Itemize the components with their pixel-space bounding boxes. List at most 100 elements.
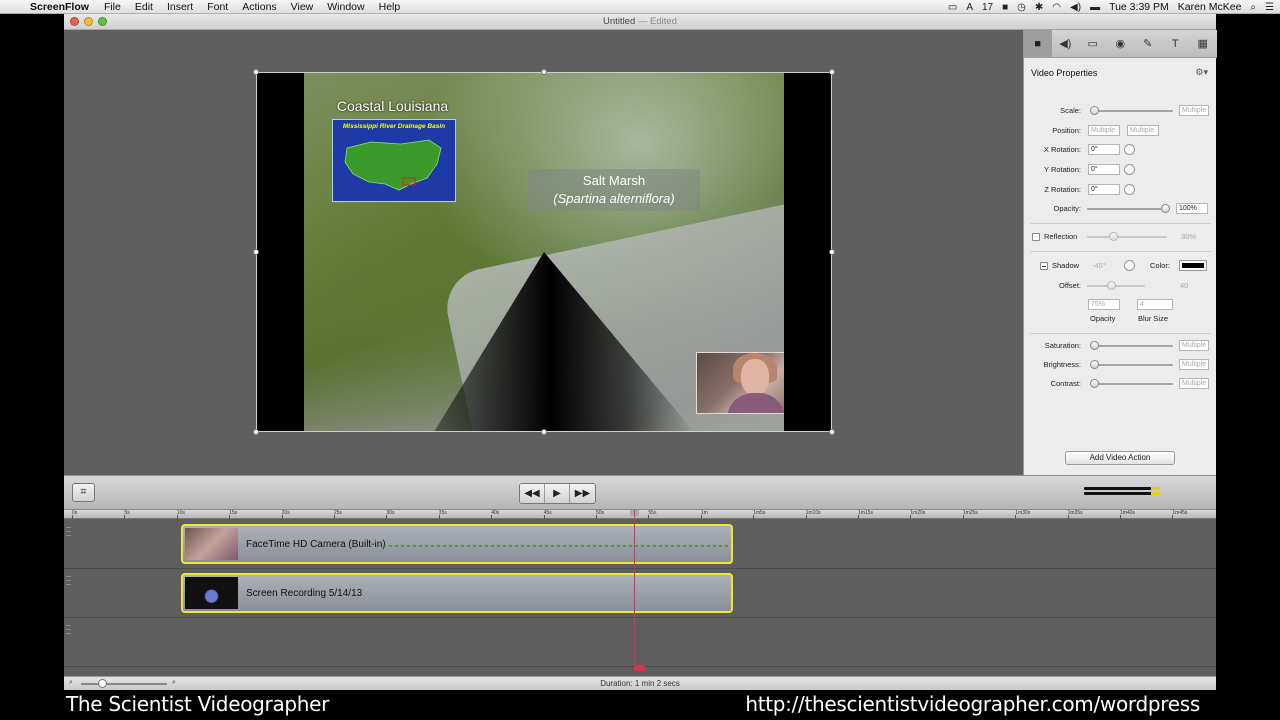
timeline[interactable]: 0s 5s 10s 15s 20s 25s 30s 35s 40s 45s 50s 55s 1m 1m5s…: [64, 510, 1216, 676]
playhead[interactable]: [634, 510, 635, 670]
menu-app-name[interactable]: ScreenFlow: [28, 0, 97, 14]
ruler-tick: 1m20s: [910, 510, 926, 519]
separator: [1030, 333, 1211, 334]
x-rotation-label: X Rotation:: [1043, 145, 1081, 154]
notification-center-icon[interactable]: ☰: [1265, 2, 1274, 13]
x-rotation-field[interactable]: 0°: [1088, 144, 1120, 155]
track-handle-icon[interactable]: [66, 573, 72, 613]
brightness-slider-knob[interactable]: [1090, 360, 1099, 369]
shadow-opacity-field[interactable]: 75%: [1088, 299, 1120, 310]
battery-icon[interactable]: ▬: [1090, 2, 1100, 13]
media-library-tab-icon[interactable]: ▦: [1189, 30, 1217, 58]
opacity-slider-knob[interactable]: [1161, 204, 1170, 213]
audio-properties-tab-icon[interactable]: ◀): [1052, 30, 1080, 58]
shadow-offset-slider[interactable]: [1087, 281, 1145, 290]
y-rotation-field[interactable]: 0°: [1088, 164, 1120, 175]
position-y-field[interactable]: Multiple: [1127, 125, 1159, 136]
playhead-marker[interactable]: [635, 665, 645, 671]
time-machine-icon[interactable]: ◷: [1017, 2, 1026, 13]
video-frame[interactable]: Coastal Louisiana Mississippi River Drai…: [256, 72, 832, 432]
menu-window[interactable]: Window: [320, 0, 371, 14]
brightness-label: Brightness:: [1043, 360, 1081, 369]
adobe-status-icon[interactable]: A: [966, 2, 973, 13]
ruler-tick: 15s: [229, 510, 238, 519]
menu-actions[interactable]: Actions: [235, 0, 283, 14]
crop-tool-button[interactable]: ⌗: [72, 483, 95, 502]
menubar-clock[interactable]: Tue 3:39 PM: [1109, 1, 1169, 13]
z-rotation-field[interactable]: 0°: [1088, 184, 1120, 195]
shadow-offset-slider-knob[interactable]: [1107, 281, 1116, 290]
opacity-slider[interactable]: [1087, 204, 1170, 213]
opacity-field[interactable]: 100%: [1176, 203, 1208, 214]
shadow-offset-value[interactable]: 40: [1180, 281, 1188, 290]
ruler-tick: 55s: [648, 510, 657, 519]
menu-view[interactable]: View: [284, 0, 321, 14]
shadow-angle-value[interactable]: -45°: [1092, 261, 1106, 270]
wifi-icon[interactable]: ◠: [1052, 2, 1061, 13]
menu-file[interactable]: File: [97, 0, 128, 14]
shadow-row: Shadow -45° Color:: [1024, 259, 1217, 273]
scale-field[interactable]: Multiple: [1179, 105, 1209, 116]
shadow-blur-field[interactable]: 4: [1137, 299, 1173, 310]
bluetooth-icon[interactable]: ✱: [1035, 2, 1043, 13]
inspector-panel: ■ ◀) ▭ ◉ ✎ T ▦ Video Properties ⚙▾ Scale…: [1023, 29, 1217, 475]
menu-help[interactable]: Help: [372, 0, 408, 14]
scale-label: Scale:: [1060, 106, 1081, 115]
timeline-track-empty[interactable]: [64, 618, 1216, 667]
brightness-row: Brightness: Multiple: [1024, 358, 1217, 372]
z-rotation-dial[interactable]: [1124, 184, 1135, 195]
menu-edit[interactable]: Edit: [128, 0, 160, 14]
shadow-color-well[interactable]: [1179, 260, 1207, 271]
contrast-field[interactable]: Multiple: [1179, 378, 1209, 389]
shadow-offset-row: Offset: 40: [1024, 279, 1217, 293]
brightness-field[interactable]: Multiple: [1179, 359, 1209, 370]
screen-recording-preview[interactable]: Coastal Louisiana Mississippi River Drai…: [304, 72, 784, 432]
contrast-slider-knob[interactable]: [1090, 379, 1099, 388]
brightness-slider[interactable]: [1090, 360, 1173, 369]
notification-badge[interactable]: 17: [982, 2, 993, 13]
reflection-checkbox[interactable]: [1032, 233, 1040, 241]
facetime-camera-overlay[interactable]: [696, 352, 784, 414]
saturation-slider[interactable]: [1090, 341, 1173, 350]
scale-slider-knob[interactable]: [1090, 106, 1099, 115]
menubar-user[interactable]: Karen McKee: [1178, 1, 1242, 13]
preview-canvas[interactable]: Coastal Louisiana Mississippi River Drai…: [64, 30, 1023, 475]
shadow-angle-dial[interactable]: [1124, 260, 1135, 271]
scale-slider[interactable]: [1090, 106, 1173, 115]
timeline-track[interactable]: Screen Recording 5/14/13: [64, 569, 1216, 618]
callout-tab-icon[interactable]: ◉: [1107, 30, 1135, 58]
timeline-ruler[interactable]: 0s 5s 10s 15s 20s 25s 30s 35s 40s 45s 50s 55s 1m 1m5s…: [64, 510, 1216, 519]
spotlight-icon[interactable]: ⌕: [1250, 2, 1256, 13]
menu-insert[interactable]: Insert: [160, 0, 200, 14]
play-button[interactable]: ▶: [545, 484, 570, 503]
fast-forward-button[interactable]: ▶▶: [570, 484, 595, 503]
contrast-slider[interactable]: [1090, 379, 1173, 388]
menu-font[interactable]: Font: [200, 0, 235, 14]
timeline-track[interactable]: FaceTime HD Camera (Built-in): [64, 520, 1216, 569]
gear-icon[interactable]: ⚙▾: [1195, 67, 1208, 78]
text-tab-icon[interactable]: T: [1162, 30, 1190, 58]
lock-icon[interactable]: ■: [1002, 2, 1008, 13]
screen-recording-tab-icon[interactable]: ▭: [1079, 30, 1107, 58]
saturation-slider-knob[interactable]: [1090, 341, 1099, 350]
rewind-button[interactable]: ◀◀: [520, 484, 545, 503]
x-rotation-dial[interactable]: [1124, 144, 1135, 155]
reflection-slider[interactable]: [1087, 232, 1167, 241]
track-handle-icon[interactable]: [66, 524, 72, 564]
add-video-action-button[interactable]: Add Video Action: [1065, 451, 1175, 465]
track-handle-icon[interactable]: [66, 622, 72, 662]
timeline-clip[interactable]: Screen Recording 5/14/13: [181, 573, 733, 613]
shadow-checkbox[interactable]: [1040, 262, 1048, 270]
ruler-tick: 1m25s: [962, 510, 978, 519]
saturation-field[interactable]: Multiple: [1179, 340, 1209, 351]
separator: [1030, 223, 1211, 224]
video-properties-tab-icon[interactable]: ■: [1024, 29, 1052, 58]
annotations-tab-icon[interactable]: ✎: [1134, 30, 1162, 58]
position-x-field[interactable]: Multiple: [1088, 125, 1120, 136]
reflection-value[interactable]: 30%: [1181, 232, 1196, 241]
camera-status-icon[interactable]: ▭: [948, 2, 957, 13]
reflection-slider-knob[interactable]: [1109, 232, 1118, 241]
volume-icon[interactable]: ◀): [1070, 2, 1081, 13]
y-rotation-dial[interactable]: [1124, 164, 1135, 175]
timeline-clip[interactable]: FaceTime HD Camera (Built-in): [181, 524, 733, 564]
